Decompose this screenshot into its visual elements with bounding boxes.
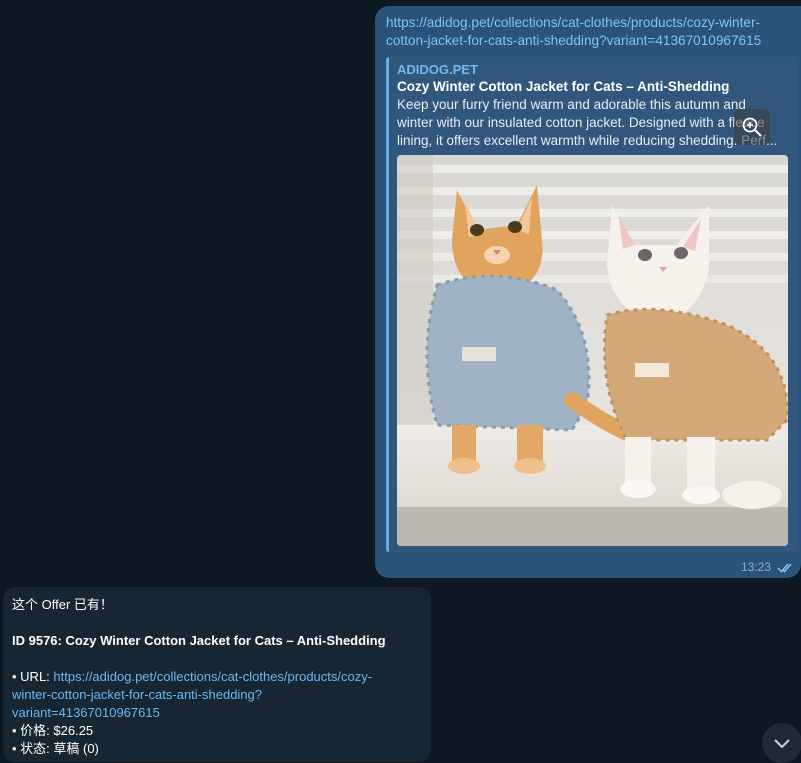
cats-photo-illustration — [397, 155, 788, 546]
url-label: • URL: — [12, 669, 54, 684]
url-line-2[interactable]: cotton-jacket-for-cats-anti-shedding?var… — [386, 32, 786, 50]
outgoing-message-bubble: https://adidog.pet/collections/cat-cloth… — [375, 6, 801, 578]
offer-url-link-part[interactable]: https://adidog.pet/collections/cat-cloth… — [53, 669, 372, 684]
offer-url-link-part[interactable]: variant=41367010967615 — [12, 704, 160, 722]
offer-exists-text: 这个 Offer 已有！ — [12, 597, 113, 612]
preview-desc-line: winter with our insulated cotton jacket.… — [397, 115, 765, 130]
offer-id-title: ID 9576: Cozy Winter Cotton Jacket for C… — [12, 633, 386, 648]
incoming-message-bubble: 这个 Offer 已有！ ID 9576: Cozy Winter Cotton… — [3, 587, 431, 762]
preview-image-two-cats-in-sweaters[interactable] — [397, 155, 788, 546]
preview-description: Keep your furry friend warm and adorable… — [397, 96, 789, 152]
message-meta: 13:23 — [741, 560, 795, 574]
preview-title: Cozy Winter Cotton Jacket for Cats – Ant… — [397, 79, 730, 94]
chevron-down-icon — [774, 739, 790, 749]
zoom-in-icon — [742, 117, 762, 137]
preview-desc-line: Keep your furry friend warm and adorable… — [397, 97, 746, 112]
offer-url-link-part[interactable]: winter-cotton-jacket-for-cats-anti-shedd… — [12, 686, 262, 704]
preview-desc-line: lining, it offers excellent warmth while… — [397, 133, 778, 148]
message-url-link[interactable]: https://adidog.pet/collections/cat-cloth… — [386, 14, 786, 50]
offer-price: • 价格: $26.25 — [12, 723, 94, 738]
url-line-1[interactable]: https://adidog.pet/collections/cat-cloth… — [386, 14, 786, 32]
zoom-button[interactable] — [734, 109, 770, 145]
scroll-to-bottom-button[interactable] — [762, 723, 801, 763]
preview-site-name: ADIDOG.PET — [397, 62, 478, 77]
double-check-icon — [777, 563, 792, 573]
offer-status: • 状态: 草稿 (0) — [12, 741, 99, 756]
message-time: 13:23 — [740, 560, 771, 574]
offer-url-row: • URL: https://adidog.pet/collections/ca… — [12, 668, 372, 686]
